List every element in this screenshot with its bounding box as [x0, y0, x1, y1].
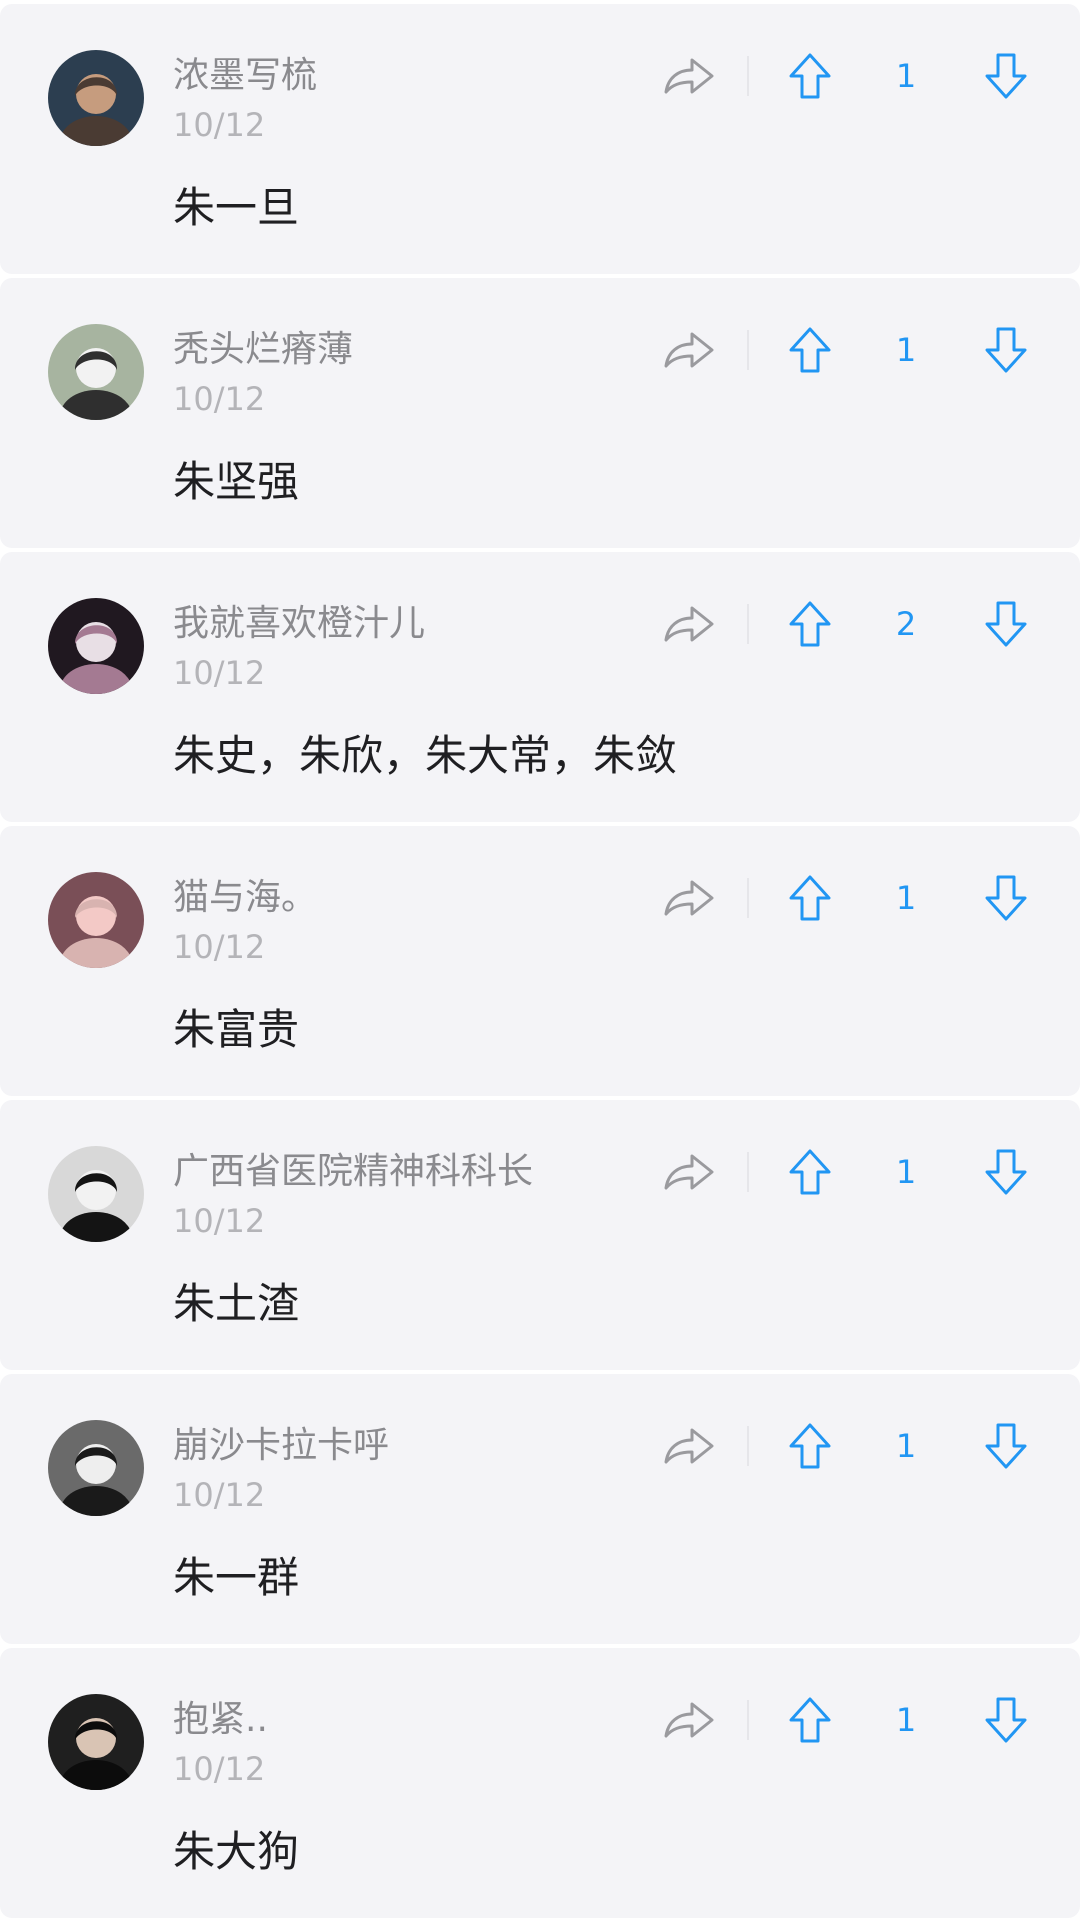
share-icon	[664, 332, 714, 368]
avatar[interactable]	[48, 324, 144, 420]
comment-card: 广西省医院精神科科长 10/12 1 朱土渣	[0, 1100, 1080, 1370]
upvote-button[interactable]	[788, 1696, 832, 1744]
comment-card: 崩沙卡拉卡呼 10/12 1 朱一群	[0, 1374, 1080, 1644]
comment-text: 朱史，朱欣，朱大常，朱敛	[173, 731, 678, 780]
upvote-arrow-icon	[789, 327, 831, 373]
avatar[interactable]	[48, 598, 144, 694]
share-button[interactable]	[662, 52, 716, 100]
avatar[interactable]	[48, 1694, 144, 1790]
avatar[interactable]	[48, 872, 144, 968]
upvote-button[interactable]	[788, 600, 832, 648]
action-divider	[747, 1700, 749, 1740]
comment-date: 10/12	[173, 928, 266, 966]
downvote-arrow-icon	[985, 1149, 1027, 1195]
comment-card: 猫与海。 10/12 1 朱富贵	[0, 826, 1080, 1096]
username[interactable]: 抱紧..	[173, 1696, 268, 1744]
comment-text: 朱土渣	[173, 1279, 300, 1328]
comment-date: 10/12	[173, 1750, 266, 1788]
comment-date: 10/12	[173, 106, 266, 144]
share-button[interactable]	[662, 874, 716, 922]
avatar-image	[48, 872, 144, 968]
comment-text: 朱富贵	[173, 1005, 300, 1054]
downvote-button[interactable]	[984, 52, 1028, 100]
downvote-arrow-icon	[985, 1423, 1027, 1469]
downvote-arrow-icon	[985, 53, 1027, 99]
upvote-button[interactable]	[788, 874, 832, 922]
comment-date: 10/12	[173, 654, 266, 692]
comment-date: 10/12	[173, 1476, 266, 1514]
action-divider	[747, 1152, 749, 1192]
upvote-arrow-icon	[789, 1697, 831, 1743]
downvote-button[interactable]	[984, 1148, 1028, 1196]
username[interactable]: 猫与海。	[173, 874, 317, 922]
action-divider	[747, 56, 749, 96]
share-icon	[664, 1154, 714, 1190]
share-icon	[664, 606, 714, 642]
downvote-arrow-icon	[985, 875, 1027, 921]
share-button[interactable]	[662, 326, 716, 374]
username[interactable]: 广西省医院精神科科长	[173, 1148, 533, 1196]
downvote-arrow-icon	[985, 327, 1027, 373]
avatar[interactable]	[48, 50, 144, 146]
username[interactable]: 秃头烂瘠薄	[173, 326, 353, 374]
share-icon	[664, 1702, 714, 1738]
downvote-button[interactable]	[984, 600, 1028, 648]
vote-count: 1	[895, 1701, 917, 1739]
comment-card: 秃头烂瘠薄 10/12 1 朱坚强	[0, 278, 1080, 548]
share-icon	[664, 880, 714, 916]
avatar-image	[48, 1694, 144, 1790]
downvote-button[interactable]	[984, 874, 1028, 922]
upvote-button[interactable]	[788, 1148, 832, 1196]
share-icon	[664, 58, 714, 94]
avatar[interactable]	[48, 1420, 144, 1516]
action-divider	[747, 1426, 749, 1466]
comment-date: 10/12	[173, 380, 266, 418]
avatar-image	[48, 598, 144, 694]
avatar-image	[48, 1420, 144, 1516]
vote-count: 1	[895, 879, 917, 917]
share-button[interactable]	[662, 1422, 716, 1470]
avatar-image	[48, 1146, 144, 1242]
upvote-arrow-icon	[789, 53, 831, 99]
comment-date: 10/12	[173, 1202, 266, 1240]
upvote-arrow-icon	[789, 875, 831, 921]
upvote-arrow-icon	[789, 1423, 831, 1469]
comment-text: 朱大狗	[173, 1827, 300, 1876]
vote-count: 2	[895, 605, 917, 643]
vote-count: 1	[895, 57, 917, 95]
comment-text: 朱一群	[173, 1553, 300, 1602]
comment-text: 朱一旦	[173, 183, 300, 232]
vote-count: 1	[895, 1153, 917, 1191]
avatar-image	[48, 50, 144, 146]
downvote-button[interactable]	[984, 1422, 1028, 1470]
vote-count: 1	[895, 331, 917, 369]
comment-card: 我就喜欢橙汁儿 10/12 2 朱史，朱欣，朱大常，朱敛	[0, 552, 1080, 822]
upvote-button[interactable]	[788, 1422, 832, 1470]
downvote-button[interactable]	[984, 326, 1028, 374]
downvote-arrow-icon	[985, 601, 1027, 647]
username[interactable]: 浓墨写梳	[173, 52, 317, 100]
username[interactable]: 崩沙卡拉卡呼	[173, 1422, 389, 1470]
share-button[interactable]	[662, 1148, 716, 1196]
comment-text: 朱坚强	[173, 457, 300, 506]
downvote-button[interactable]	[984, 1696, 1028, 1744]
username[interactable]: 我就喜欢橙汁儿	[173, 600, 425, 648]
upvote-arrow-icon	[789, 601, 831, 647]
vote-count: 1	[895, 1427, 917, 1465]
upvote-button[interactable]	[788, 52, 832, 100]
avatar[interactable]	[48, 1146, 144, 1242]
share-button[interactable]	[662, 600, 716, 648]
action-divider	[747, 330, 749, 370]
comment-list: 浓墨写梳 10/12 1 朱一旦 秃头烂瘠薄 10/12 1 朱坚强 我就喜欢橙…	[0, 0, 1080, 1928]
action-divider	[747, 878, 749, 918]
share-button[interactable]	[662, 1696, 716, 1744]
comment-card: 浓墨写梳 10/12 1 朱一旦	[0, 4, 1080, 274]
comment-card: 抱紧.. 10/12 1 朱大狗	[0, 1648, 1080, 1918]
downvote-arrow-icon	[985, 1697, 1027, 1743]
avatar-image	[48, 324, 144, 420]
upvote-button[interactable]	[788, 326, 832, 374]
share-icon	[664, 1428, 714, 1464]
action-divider	[747, 604, 749, 644]
upvote-arrow-icon	[789, 1149, 831, 1195]
